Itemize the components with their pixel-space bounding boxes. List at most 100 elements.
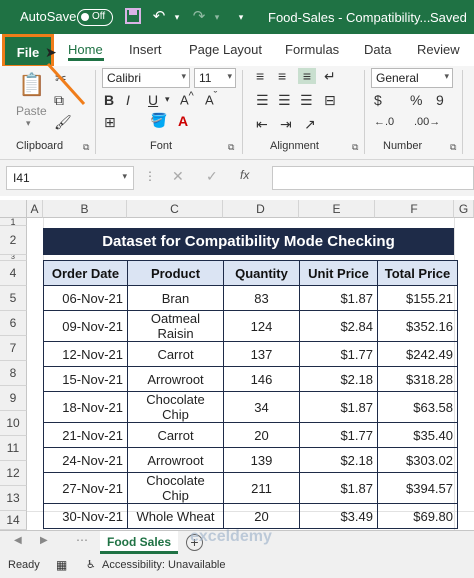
- cell-total-price[interactable]: $155.21: [377, 285, 458, 311]
- worksheet-grid[interactable]: A B C D E F G 1 2 3 4 5 6 7 8 9 10 11 12…: [0, 200, 474, 530]
- cell-total-price[interactable]: $35.40: [377, 422, 458, 448]
- cell-total-price[interactable]: $242.49: [377, 341, 458, 367]
- borders-icon[interactable]: ⊞: [104, 114, 116, 131]
- autosave-toggle[interactable]: Off: [77, 9, 113, 26]
- align-top-icon[interactable]: ≡: [256, 68, 264, 84]
- cell-order-date[interactable]: 09-Nov-21: [43, 310, 128, 342]
- row-header[interactable]: 11: [0, 436, 27, 461]
- cell-order-date[interactable]: 06-Nov-21: [43, 285, 128, 311]
- row-header[interactable]: 6: [0, 311, 27, 336]
- row-header[interactable]: 7: [0, 336, 27, 361]
- row-header[interactable]: 5: [0, 286, 27, 311]
- accessibility-icon[interactable]: ♿: [86, 558, 96, 571]
- select-all-corner[interactable]: [0, 200, 27, 218]
- cell-product[interactable]: Whole Wheat: [127, 503, 224, 529]
- cell-total-price[interactable]: $69.80: [377, 503, 458, 529]
- dialog-launcher-icon[interactable]: ⧉: [352, 142, 358, 153]
- header-quantity[interactable]: Quantity: [223, 260, 300, 286]
- cell-order-date[interactable]: 15-Nov-21: [43, 366, 128, 392]
- cell-quantity[interactable]: 34: [223, 391, 300, 423]
- status-accessibility[interactable]: Accessibility: Unavailable: [102, 559, 226, 571]
- increase-font-icon[interactable]: A^: [180, 90, 194, 107]
- column-header-f[interactable]: F: [375, 200, 454, 218]
- cell-unit-price[interactable]: $1.87: [299, 472, 378, 504]
- cell-product[interactable]: Carrot: [127, 422, 224, 448]
- header-product[interactable]: Product: [127, 260, 224, 286]
- header-order-date[interactable]: Order Date: [43, 260, 128, 286]
- header-total-price[interactable]: Total Price: [377, 260, 458, 286]
- prev-sheet-icon[interactable]: ◀: [14, 535, 22, 546]
- cell-total-price[interactable]: $303.02: [377, 447, 458, 473]
- font-color-icon[interactable]: A: [178, 113, 188, 129]
- cell-order-date[interactable]: 21-Nov-21: [43, 422, 128, 448]
- row-header[interactable]: 13: [0, 486, 27, 511]
- cell-total-price[interactable]: $318.28: [377, 366, 458, 392]
- name-box[interactable]: I41 ▾: [6, 166, 134, 190]
- increase-decimal-icon[interactable]: ←.0: [374, 116, 394, 128]
- currency-icon[interactable]: $: [374, 92, 382, 108]
- align-center-icon[interactable]: ☰: [278, 92, 291, 109]
- column-header-d[interactable]: D: [223, 200, 299, 218]
- next-sheet-icon[interactable]: ▶: [40, 535, 48, 546]
- cell-total-price[interactable]: $394.57: [377, 472, 458, 504]
- tab-page-layout[interactable]: Page Layout: [189, 42, 262, 57]
- chevron-down-icon[interactable]: ▾: [168, 8, 186, 26]
- font-name-combo[interactable]: Calibri ▾: [102, 68, 190, 88]
- cell-unit-price[interactable]: $1.77: [299, 422, 378, 448]
- cell-quantity[interactable]: 83: [223, 285, 300, 311]
- cell-order-date[interactable]: 30-Nov-21: [43, 503, 128, 529]
- header-unit-price[interactable]: Unit Price: [299, 260, 378, 286]
- cancel-icon[interactable]: ✕: [172, 168, 184, 185]
- fill-color-icon[interactable]: 🪣: [150, 112, 167, 129]
- cell-quantity[interactable]: 20: [223, 503, 300, 529]
- row-header[interactable]: 10: [0, 411, 27, 436]
- formula-input[interactable]: [272, 166, 474, 190]
- decrease-font-icon[interactable]: Aˇ: [205, 90, 217, 107]
- more-sheets-icon[interactable]: ⋯: [76, 533, 88, 547]
- cell-unit-price[interactable]: $2.18: [299, 447, 378, 473]
- cell-unit-price[interactable]: $1.87: [299, 285, 378, 311]
- align-middle-icon[interactable]: ≡: [278, 68, 286, 84]
- enter-icon[interactable]: ✓: [206, 168, 218, 185]
- cell-order-date[interactable]: 18-Nov-21: [43, 391, 128, 423]
- underline-icon[interactable]: U: [148, 92, 158, 108]
- tab-home[interactable]: Home: [68, 42, 103, 57]
- column-header-e[interactable]: E: [299, 200, 375, 218]
- cell-unit-price[interactable]: $2.84: [299, 310, 378, 342]
- chevron-down-icon[interactable]: ▾: [165, 94, 170, 105]
- dialog-launcher-icon[interactable]: ⧉: [450, 142, 456, 153]
- cell-quantity[interactable]: 124: [223, 310, 300, 342]
- row-header[interactable]: 1: [0, 218, 27, 226]
- cell-quantity[interactable]: 211: [223, 472, 300, 504]
- row-header[interactable]: 2: [0, 226, 27, 255]
- column-header-a[interactable]: A: [27, 200, 43, 218]
- cell-product[interactable]: Bran: [127, 285, 224, 311]
- cell-total-price[interactable]: $352.16: [377, 310, 458, 342]
- cell-product[interactable]: Arrowroot: [127, 366, 224, 392]
- font-size-combo[interactable]: 11 ▾: [194, 68, 236, 88]
- percent-icon[interactable]: %: [410, 92, 422, 108]
- number-format-combo[interactable]: General ▾: [371, 68, 453, 88]
- table-title[interactable]: Dataset for Compatibility Mode Checking: [43, 228, 454, 255]
- dialog-launcher-icon[interactable]: ⧉: [228, 142, 234, 153]
- cell-quantity[interactable]: 139: [223, 447, 300, 473]
- decrease-indent-icon[interactable]: ⇤: [256, 116, 268, 133]
- chevron-down-icon[interactable]: ▾: [208, 8, 226, 26]
- increase-indent-icon[interactable]: ⇥: [280, 116, 292, 133]
- column-header-c[interactable]: C: [127, 200, 223, 218]
- cell-unit-price[interactable]: $3.49: [299, 503, 378, 529]
- cell-product[interactable]: Chocolate Chip: [127, 472, 224, 504]
- insert-function-icon[interactable]: fx: [240, 168, 249, 182]
- column-header-b[interactable]: B: [43, 200, 127, 218]
- bold-icon[interactable]: B: [104, 92, 114, 108]
- dialog-launcher-icon[interactable]: ⧉: [83, 142, 89, 153]
- align-bottom-icon[interactable]: ≡: [298, 68, 316, 84]
- undo-icon[interactable]: ↶: [150, 8, 168, 26]
- row-header[interactable]: 8: [0, 361, 27, 386]
- tab-formulas[interactable]: Formulas: [285, 42, 339, 57]
- redo-icon[interactable]: ↷: [190, 8, 208, 26]
- merge-center-icon[interactable]: ⊟: [324, 92, 336, 109]
- macro-record-icon[interactable]: ▦: [56, 558, 67, 572]
- customize-toolbar-icon[interactable]: ▾: [232, 8, 250, 26]
- row-header[interactable]: 9: [0, 386, 27, 411]
